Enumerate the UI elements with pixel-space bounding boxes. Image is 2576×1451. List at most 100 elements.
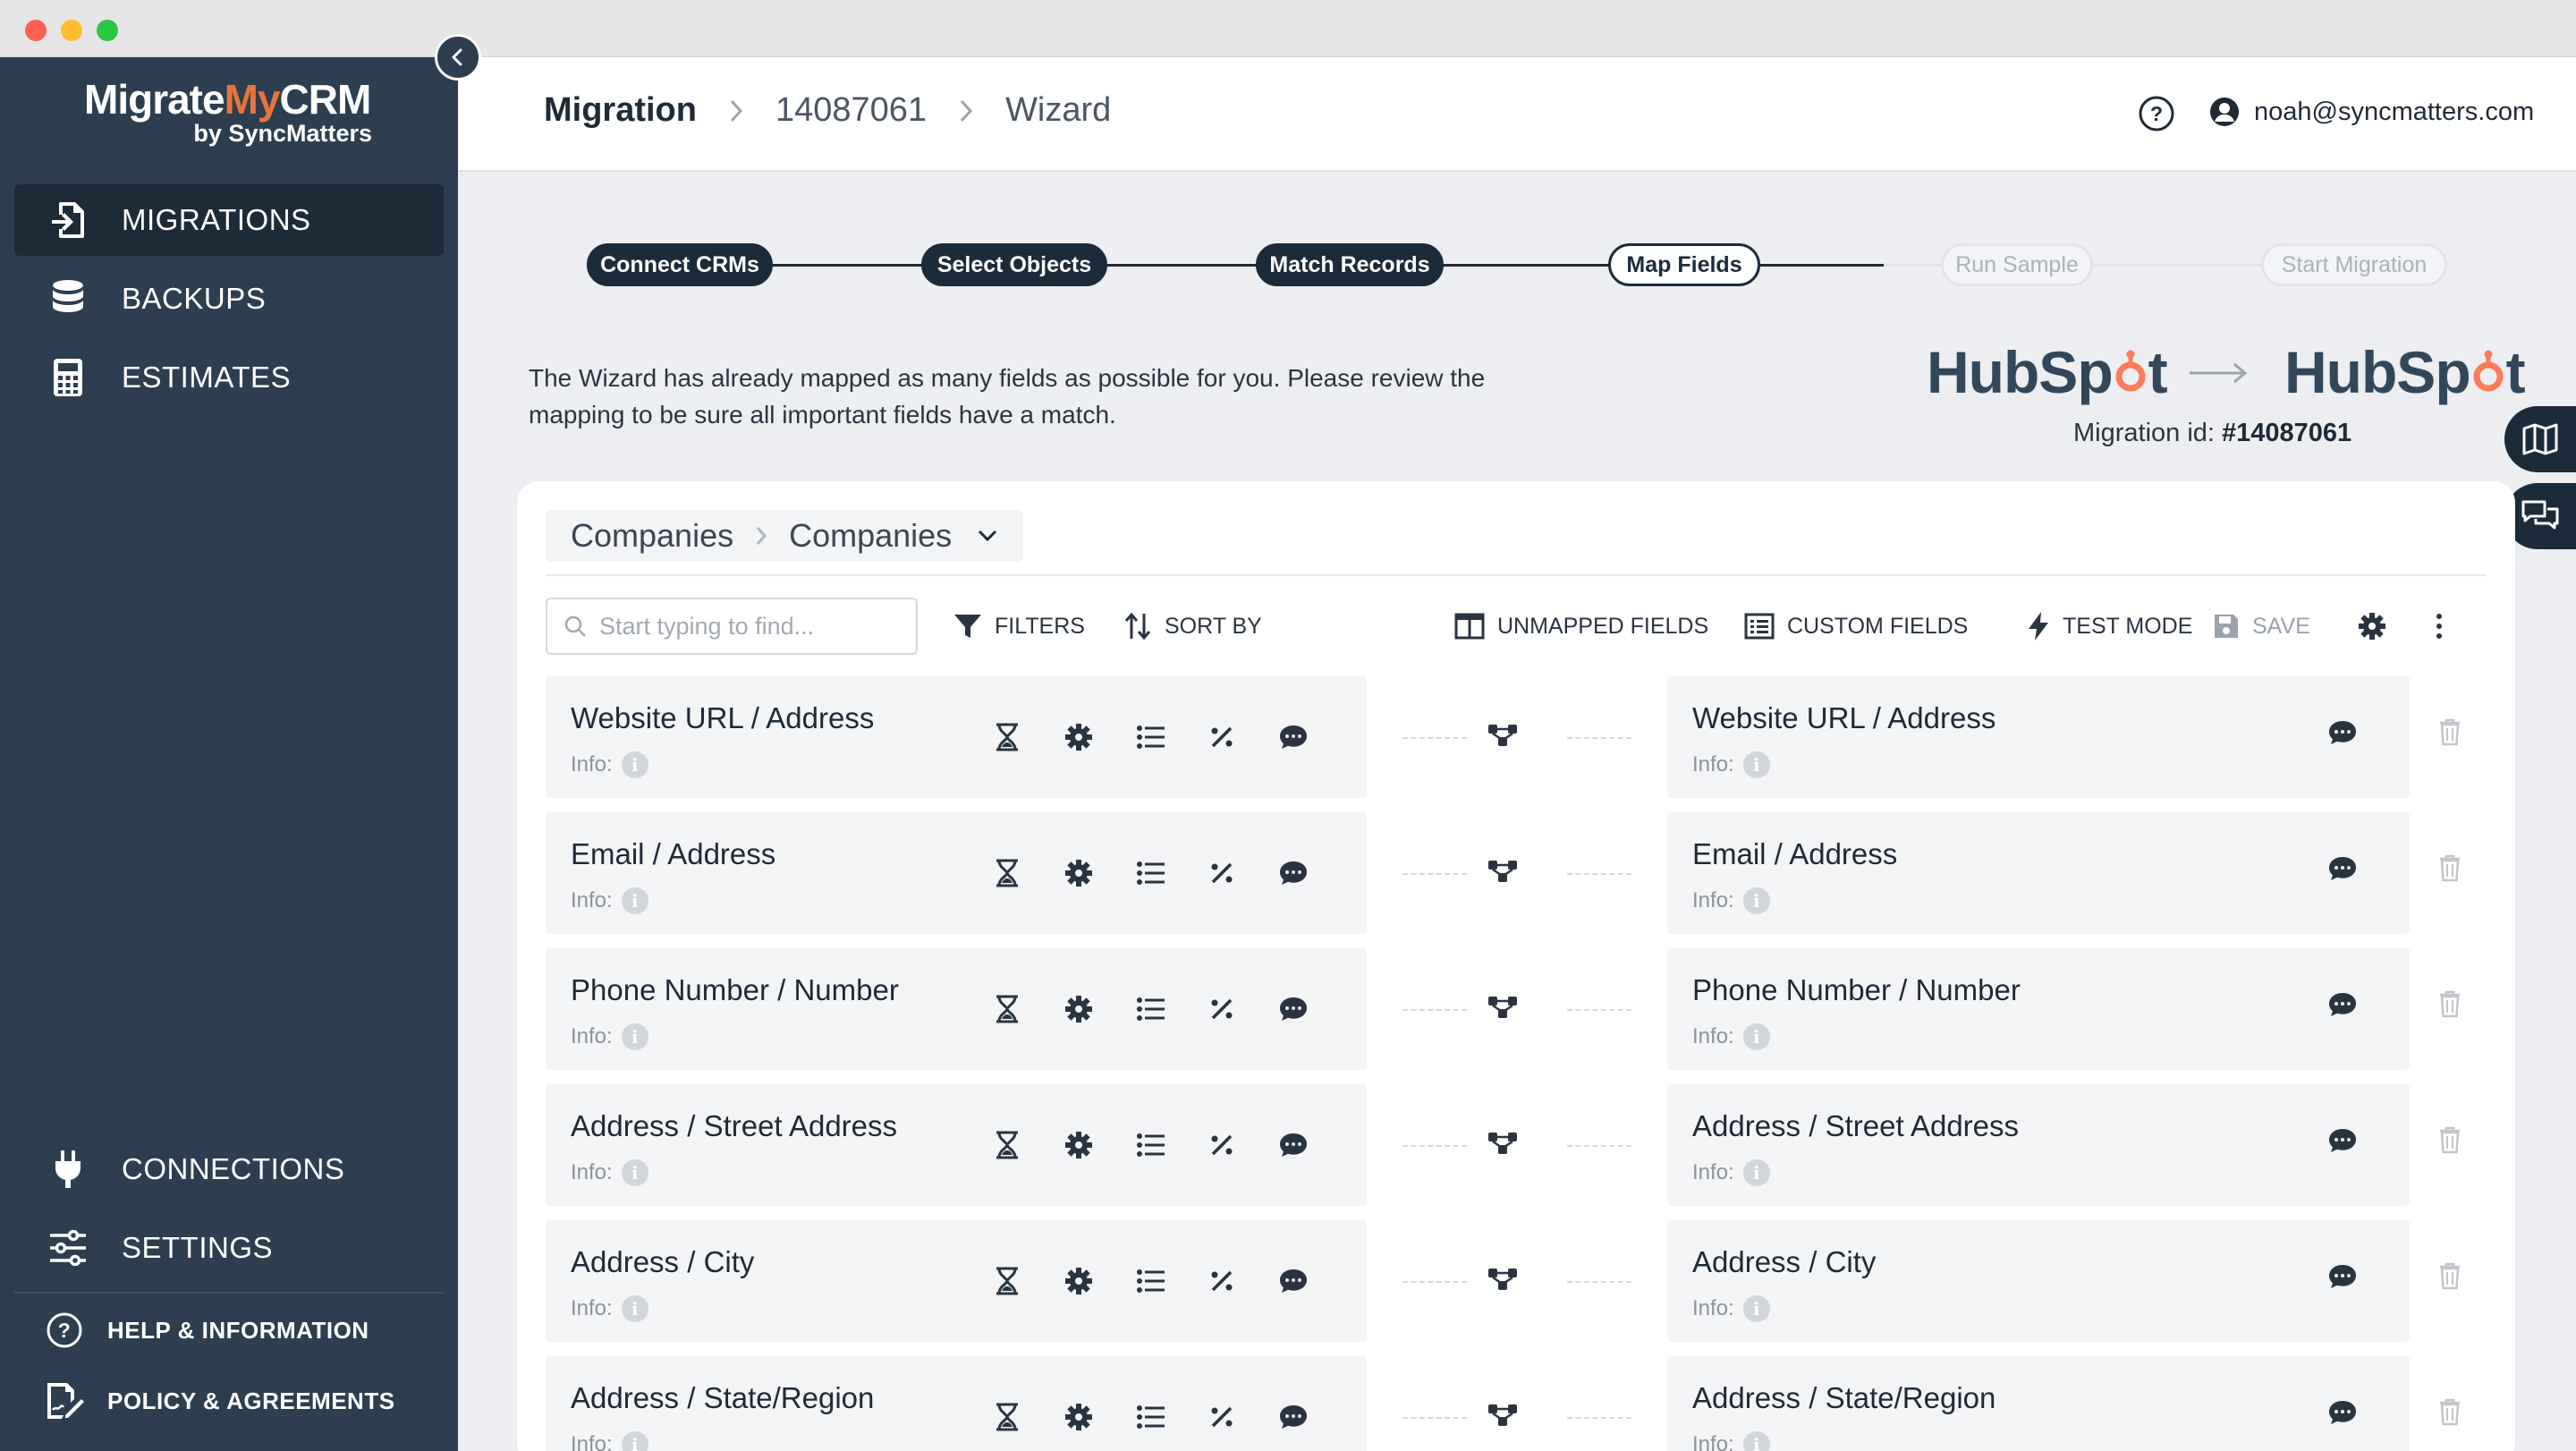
field-link-icon[interactable] [1487,857,1519,886]
target-comment-button[interactable] [2327,1127,2358,1154]
breadcrumb-migration-id[interactable]: 14087061 [775,91,927,130]
save-button[interactable]: SAVE [2213,598,2310,655]
map-guide-button[interactable] [2504,406,2576,472]
field-settings-button[interactable] [1061,719,1097,755]
step-select-objects[interactable]: Select Objects [921,243,1107,286]
delete-mapping-button[interactable] [2438,1261,2462,1290]
target-comment-button[interactable] [2327,1263,2358,1290]
formula-button[interactable] [1204,855,1240,891]
source-field-card[interactable]: Address / City Info: i [546,1220,1367,1342]
info-icon[interactable]: i [1742,1431,1770,1451]
date-format-button[interactable] [989,855,1025,891]
field-link-icon[interactable] [1487,721,1519,750]
formula-button[interactable] [1204,719,1240,755]
delete-mapping-button[interactable] [2438,853,2462,882]
value-mapping-button[interactable] [1132,1263,1168,1299]
date-format-button[interactable] [989,1399,1025,1435]
sidebar-item-estimates[interactable]: ESTIMATES [14,342,444,413]
field-link-icon[interactable] [1487,1129,1519,1158]
date-format-button[interactable] [989,1127,1025,1163]
step-connect-crms[interactable]: Connect CRMs [587,243,773,286]
filters-button[interactable]: FILTERS [953,598,1085,655]
info-icon[interactable]: i [621,1295,648,1322]
formula-button[interactable] [1204,1263,1240,1299]
target-comment-button[interactable] [2327,719,2358,746]
value-mapping-button[interactable] [1132,719,1168,755]
target-field-card[interactable]: Address / Street Address Info: i [1667,1084,2410,1206]
sidebar-item-policy[interactable]: POLICY & AGREEMENTS [14,1369,444,1433]
source-comment-button[interactable] [1275,1263,1311,1299]
unmapped-fields-button[interactable]: UNMAPPED FIELDS [1454,598,1708,655]
source-field-card[interactable]: Website URL / Address Info: i [546,676,1367,798]
value-mapping-button[interactable] [1132,991,1168,1027]
field-settings-button[interactable] [1061,855,1097,891]
value-mapping-button[interactable] [1132,1399,1168,1435]
target-field-card[interactable]: Email / Address Info: i [1667,812,2410,934]
target-comment-button[interactable] [2327,855,2358,882]
search-input[interactable] [599,612,903,641]
formula-button[interactable] [1204,1127,1240,1163]
source-field-card[interactable]: Phone Number / Number Info: i [546,948,1367,1070]
info-icon[interactable]: i [621,1431,648,1451]
source-comment-button[interactable] [1275,855,1311,891]
field-settings-button[interactable] [1061,991,1097,1027]
source-field-card[interactable]: Email / Address Info: i [546,812,1367,934]
delete-mapping-button[interactable] [2438,1397,2462,1426]
help-icon[interactable]: ? [2138,95,2175,132]
target-field-card[interactable]: Address / City Info: i [1667,1220,2410,1342]
source-comment-button[interactable] [1275,1399,1311,1435]
user-menu[interactable]: noah@syncmatters.com [2209,97,2534,127]
source-comment-button[interactable] [1275,991,1311,1027]
field-link-icon[interactable] [1487,1265,1519,1294]
sidebar-item-backups[interactable]: BACKUPS [14,263,444,335]
value-mapping-button[interactable] [1132,855,1168,891]
delete-mapping-button[interactable] [2438,989,2462,1018]
formula-button[interactable] [1204,991,1240,1027]
test-mode-button[interactable]: TEST MODE [2027,598,2192,655]
value-mapping-button[interactable] [1132,1127,1168,1163]
sidebar-collapse-button[interactable] [435,34,481,81]
target-comment-button[interactable] [2327,1399,2358,1426]
info-icon[interactable]: i [1742,1295,1770,1322]
window-close-button[interactable] [25,20,47,41]
delete-mapping-button[interactable] [2438,717,2462,746]
breadcrumb-migration[interactable]: Migration [544,91,697,130]
date-format-button[interactable] [989,719,1025,755]
field-settings-button[interactable] [1061,1263,1097,1299]
target-field-card[interactable]: Phone Number / Number Info: i [1667,948,2410,1070]
settings-gear-button[interactable] [2358,598,2399,655]
info-icon[interactable]: i [621,1159,648,1186]
step-map-fields[interactable]: Map Fields [1608,243,1760,286]
window-zoom-button[interactable] [97,20,118,41]
object-selector[interactable]: Companies Companies [546,510,1024,562]
chat-button[interactable] [2504,483,2576,549]
info-icon[interactable]: i [1742,751,1770,778]
field-link-icon[interactable] [1487,1401,1519,1430]
sidebar-item-settings[interactable]: SETTINGS [14,1212,444,1284]
info-icon[interactable]: i [621,751,648,778]
info-icon[interactable]: i [621,1023,648,1050]
field-settings-button[interactable] [1061,1127,1097,1163]
app-logo[interactable]: MigrateMyCRM by SyncMatters [84,75,379,148]
source-field-card[interactable]: Address / State/Region Info: i [546,1356,1367,1451]
formula-button[interactable] [1204,1399,1240,1435]
sidebar-item-help[interactable]: ? HELP & INFORMATION [14,1298,444,1362]
step-match-records[interactable]: Match Records [1256,243,1444,286]
field-link-icon[interactable] [1487,993,1519,1022]
info-icon[interactable]: i [1742,1159,1770,1186]
target-comment-button[interactable] [2327,991,2358,1018]
source-comment-button[interactable] [1275,719,1311,755]
window-minimize-button[interactable] [61,20,82,41]
custom-fields-button[interactable]: CUSTOM FIELDS [1744,598,1968,655]
source-field-card[interactable]: Address / Street Address Info: i [546,1084,1367,1206]
sidebar-item-connections[interactable]: CONNECTIONS [14,1133,444,1205]
sort-by-button[interactable]: SORT BY [1123,598,1262,655]
delete-mapping-button[interactable] [2438,1125,2462,1154]
info-icon[interactable]: i [1742,1023,1770,1050]
target-field-card[interactable]: Address / State/Region Info: i [1667,1356,2410,1451]
info-icon[interactable]: i [621,887,648,914]
sidebar-item-migrations[interactable]: MIGRATIONS [14,184,444,256]
date-format-button[interactable] [989,991,1025,1027]
field-settings-button[interactable] [1061,1399,1097,1435]
source-comment-button[interactable] [1275,1127,1311,1163]
